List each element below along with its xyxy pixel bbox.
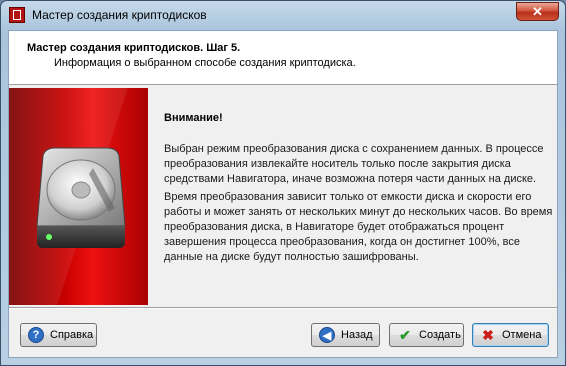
window-title: Мастер создания криптодисков (32, 8, 207, 22)
info-paragraph-2: Время преобразования зависит только от е… (164, 191, 553, 263)
close-button[interactable]: ✕ (516, 2, 559, 21)
info-paragraph-1: Выбран режим преобразования диска с сохр… (164, 143, 544, 185)
create-button[interactable]: ✔ Создать (389, 323, 464, 347)
dialog-client-area: Мастер создания криптодисков. Шаг 5. Инф… (8, 30, 558, 358)
wizard-step-subtitle: Информация о выбранном способе создания … (54, 57, 356, 69)
back-button[interactable]: ◀ Назад (311, 323, 380, 347)
wizard-header: Мастер создания криптодисков. Шаг 5. Инф… (9, 31, 557, 85)
side-banner (9, 88, 148, 305)
back-arrow-icon: ◀ (319, 327, 335, 343)
wizard-step-title: Мастер создания криптодисков. Шаг 5. (27, 42, 241, 54)
footer-separator (9, 307, 557, 308)
help-button-label: Справка (50, 329, 94, 341)
title-bar[interactable]: Мастер создания криптодисков ✕ (1, 1, 565, 30)
app-icon (9, 7, 25, 23)
cancel-button[interactable]: ✖ Отмена (472, 323, 549, 347)
help-button[interactable]: ? Справка (20, 323, 97, 347)
hard-disk-icon (36, 147, 126, 248)
info-panel: Внимание! Выбран режим преобразования ди… (148, 88, 557, 305)
checkmark-icon: ✔ (399, 326, 411, 343)
cross-icon: ✖ (482, 326, 494, 343)
question-icon: ? (28, 327, 44, 343)
cancel-button-label: Отмена (502, 329, 542, 341)
attention-heading: Внимание! (164, 112, 223, 124)
create-button-label: Создать (419, 329, 461, 341)
dialog-window: Мастер создания криптодисков ✕ Мастер со… (0, 0, 566, 366)
back-button-label: Назад (341, 329, 373, 341)
